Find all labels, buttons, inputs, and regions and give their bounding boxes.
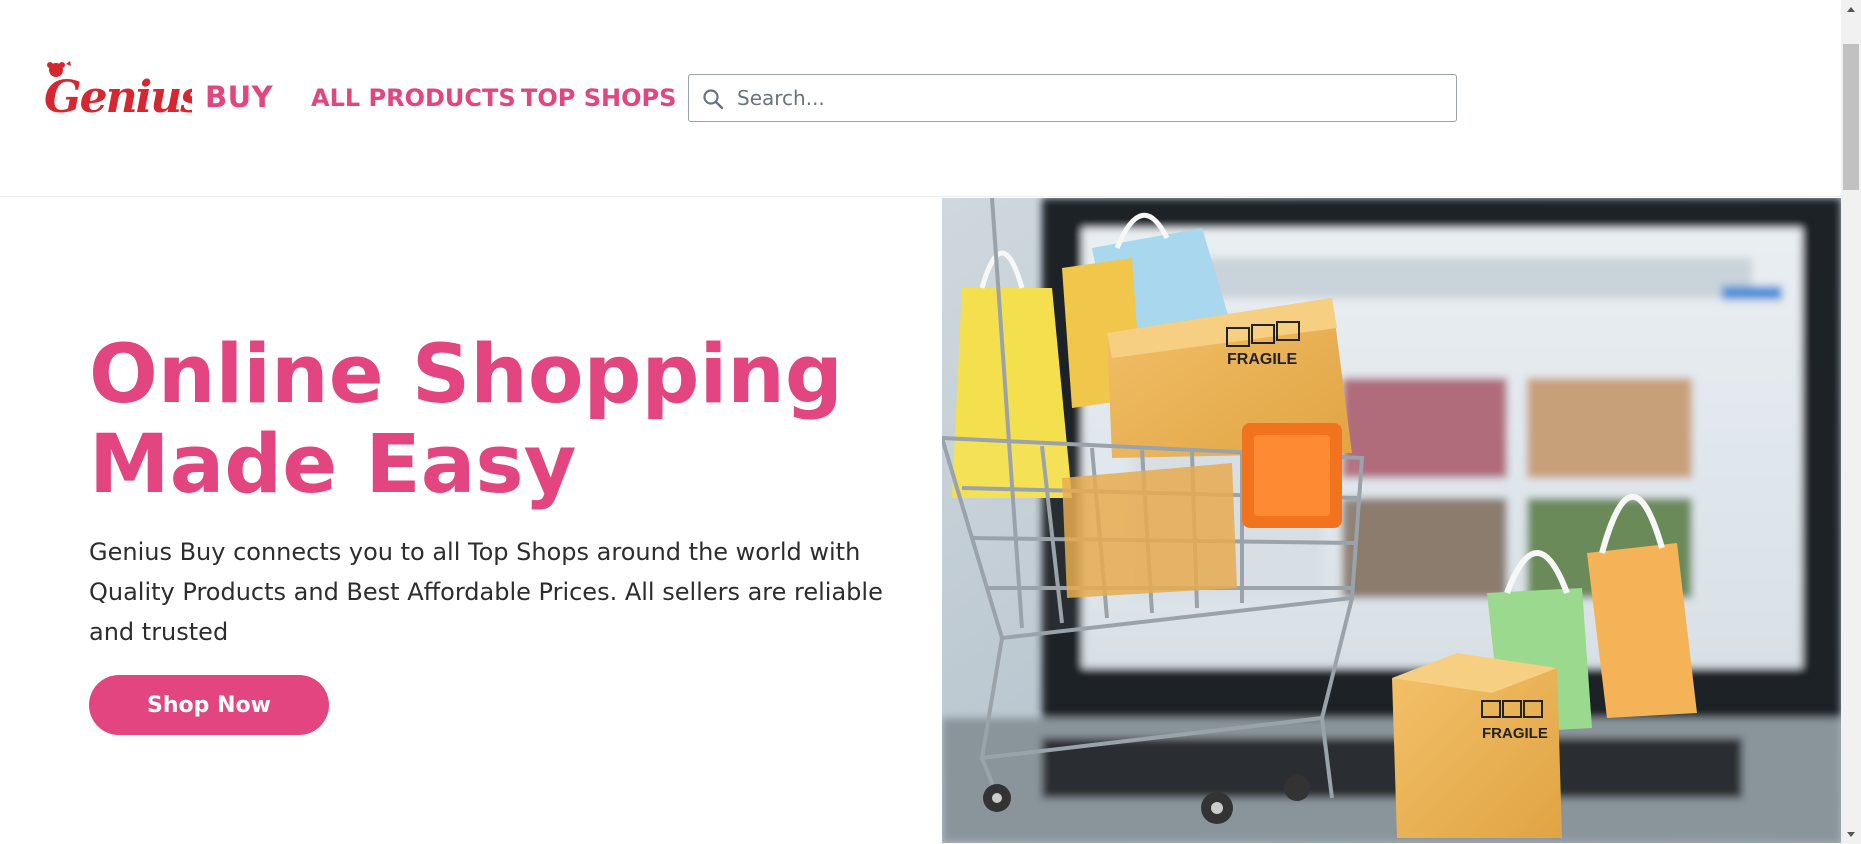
search-input[interactable] — [737, 75, 1447, 121]
brand-buy-label[interactable]: BUY — [205, 80, 273, 114]
search-bar[interactable] — [688, 74, 1457, 122]
hero-title: Online Shopping Made Easy — [89, 330, 909, 510]
hero-title-line-2: Made Easy — [89, 418, 577, 512]
fragile-text-bottom: FRAGILE — [1482, 725, 1548, 742]
scroll-thumb[interactable] — [1843, 44, 1859, 190]
nav-top-shops[interactable]: TOP SHOPS — [521, 84, 676, 112]
page: Genius BUY ALL PRODUCTS TOP SHOPS Online… — [0, 0, 1861, 844]
scroll-up-icon[interactable] — [1845, 4, 1857, 16]
scroll-down-icon[interactable] — [1845, 828, 1857, 840]
hero-title-line-1: Online Shopping — [89, 328, 843, 422]
shop-now-button[interactable]: Shop Now — [89, 675, 329, 735]
genius-logo[interactable]: Genius — [42, 60, 192, 122]
hero-description: Genius Buy connects you to all Top Shops… — [89, 538, 883, 646]
search-icon — [703, 89, 724, 110]
nav-all-products[interactable]: ALL PRODUCTS — [311, 84, 516, 112]
site-header: Genius BUY ALL PRODUCTS TOP SHOPS — [0, 0, 1841, 197]
fragile-text-top: FRAGILE — [1227, 351, 1298, 368]
logo-wordmark: Genius — [44, 72, 192, 122]
hero-shopping-cart-image: FRAGILE FRAGILE — [942, 198, 1841, 843]
page-scrollbar[interactable] — [1841, 0, 1861, 844]
